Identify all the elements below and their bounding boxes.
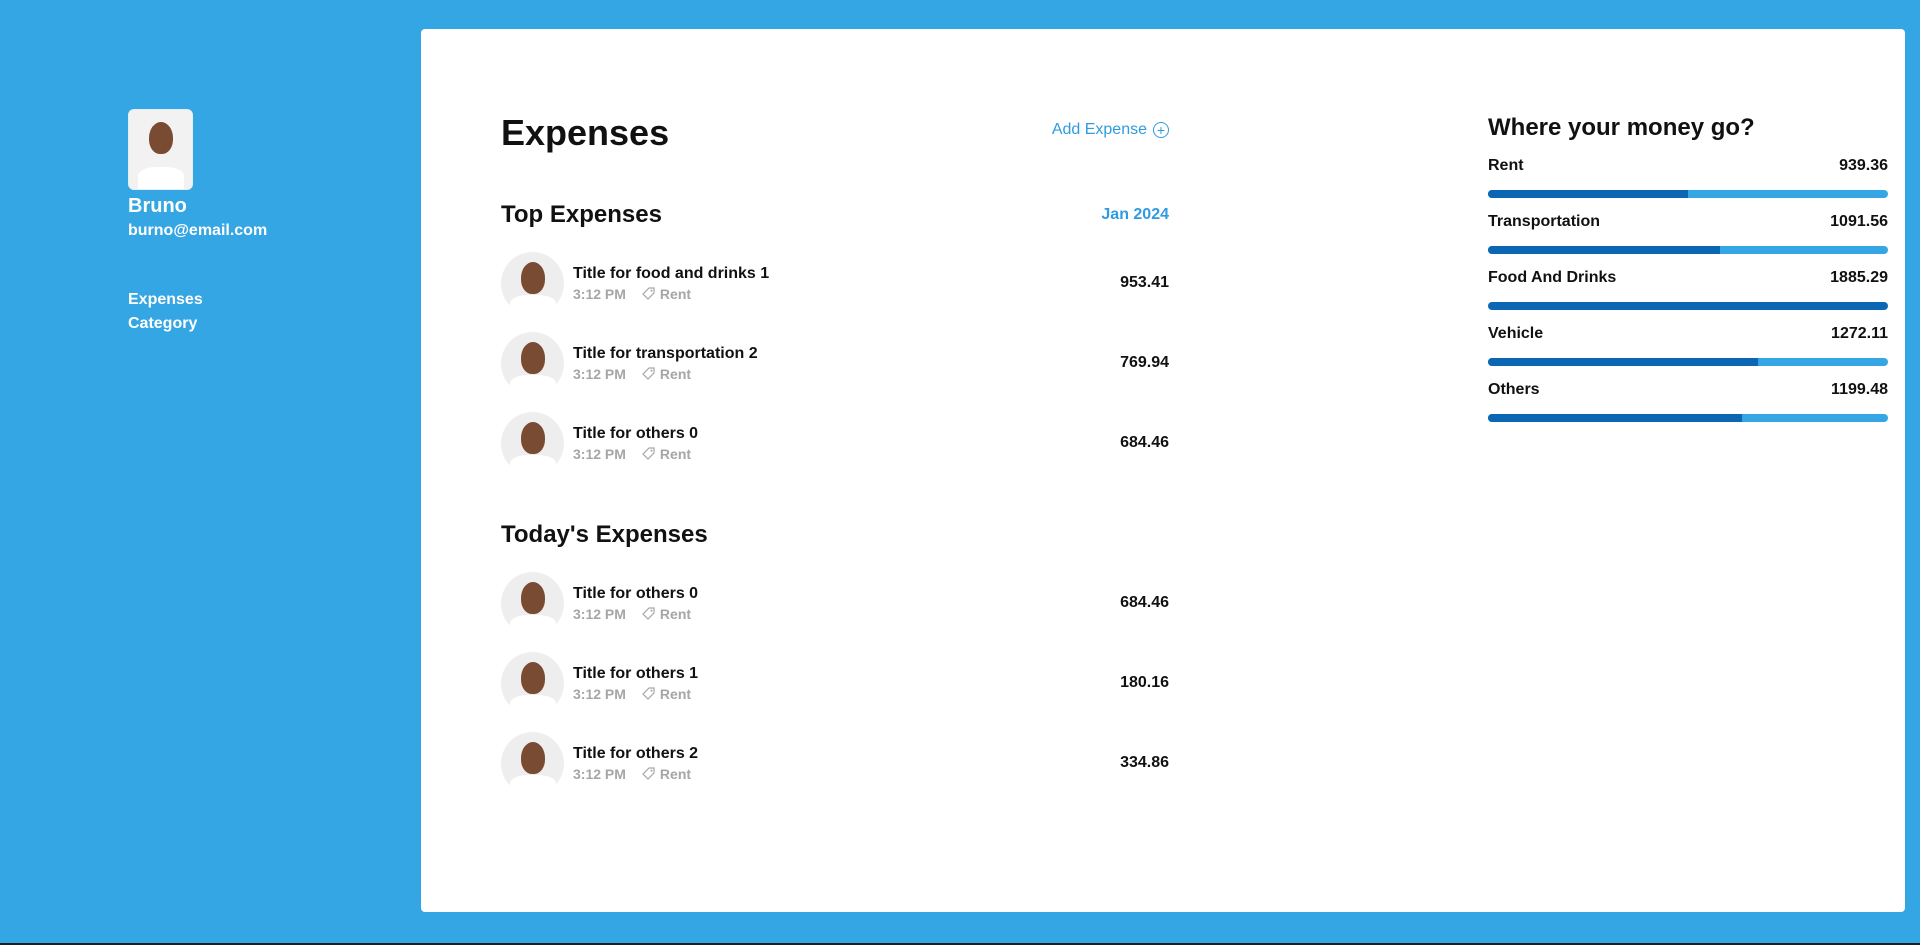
expense-row[interactable]: Title for others 0 3:12 PM Rent 684.46 (501, 571, 1169, 635)
today-expenses-section: Today's Expenses Title for others 0 3:12… (501, 521, 1169, 795)
spending-breakdown: Where your money go? Rent 939.36 Transport… (1488, 113, 1888, 422)
plus-circle-icon: + (1153, 122, 1169, 138)
category-name: Transportation (1488, 213, 1601, 230)
expense-time: 3:12 PM (573, 366, 626, 382)
expense-title: Title for food and drinks 1 (573, 265, 770, 282)
expense-title: Title for others 0 (573, 585, 699, 602)
expense-row[interactable]: Title for food and drinks 1 3:12 PM Rent… (501, 251, 1169, 315)
tag-icon (642, 287, 655, 300)
expense-avatar (501, 731, 564, 795)
expense-row[interactable]: Title for transportation 2 3:12 PM Rent … (501, 331, 1169, 395)
top-expenses-title: Top Expenses (501, 201, 662, 228)
add-expense-label: Add Expense (1051, 121, 1147, 138)
category-bar (1488, 302, 1888, 310)
nav-item-category[interactable]: Category (128, 312, 388, 336)
category-name: Food And Drinks (1488, 269, 1617, 286)
sidebar-nav: Expenses Category (128, 288, 388, 336)
category-item: Food And Drinks 1885.29 (1488, 268, 1888, 310)
category-name: Others (1488, 381, 1540, 398)
breakdown-title: Where your money go? (1488, 114, 1755, 141)
category-bar-fill (1488, 358, 1758, 366)
category-bar-fill (1488, 190, 1688, 198)
add-expense-button[interactable]: Add Expense + (1052, 121, 1169, 139)
category-bar (1488, 414, 1888, 422)
expense-tag: Rent (659, 766, 692, 782)
expense-avatar (501, 331, 564, 395)
category-amount: 1272.11 (1831, 325, 1888, 342)
expense-tag: Rent (659, 606, 692, 622)
category-bar (1488, 246, 1888, 254)
expense-amount: 953.41 (1120, 274, 1169, 291)
category-bar (1488, 358, 1888, 366)
category-amount: 1885.29 (1830, 269, 1888, 286)
expense-time: 3:12 PM (573, 606, 626, 622)
expenses-column: Expenses Add Expense + Top Expenses Jan … (501, 109, 1169, 811)
category-item: Vehicle 1272.11 (1488, 324, 1888, 366)
tag-icon (642, 687, 655, 700)
expense-amount: 684.46 (1120, 434, 1169, 451)
category-amount: 939.36 (1839, 157, 1888, 174)
expense-tag: Rent (659, 686, 692, 702)
category-bar-fill (1488, 414, 1742, 422)
expense-time: 3:12 PM (573, 446, 626, 462)
expense-amount: 180.16 (1120, 674, 1169, 691)
tag-icon (642, 607, 655, 620)
category-name: Rent (1488, 157, 1524, 174)
expense-title: Title for others 1 (573, 665, 699, 682)
expense-title: Title for others 2 (573, 745, 699, 762)
expense-row[interactable]: Title for others 1 3:12 PM Rent 180.16 (501, 651, 1169, 715)
expense-amount: 684.46 (1120, 594, 1169, 611)
category-list: Rent 939.36 Transportation 1091.56 Food And … (1488, 156, 1888, 422)
nav-item-expenses[interactable]: Expenses (128, 288, 388, 312)
today-expenses-list: Title for others 0 3:12 PM Rent 684.46 T… (501, 571, 1169, 795)
main-panel: Expenses Add Expense + Top Expenses Jan … (421, 29, 1905, 912)
category-item: Rent 939.36 (1488, 156, 1888, 198)
expense-time: 3:12 PM (573, 286, 626, 302)
category-name: Vehicle (1488, 325, 1544, 342)
expense-title: Title for transportation 2 (573, 345, 758, 362)
expense-avatar (501, 571, 564, 635)
sidebar: Bruno burno@email.com Expenses Category (128, 109, 388, 336)
expense-time: 3:12 PM (573, 686, 626, 702)
user-name: Bruno (128, 195, 187, 217)
expense-tag: Rent (659, 286, 692, 302)
category-bar-fill (1488, 302, 1888, 310)
month-selector[interactable]: Jan 2024 (1101, 206, 1169, 224)
category-bar (1488, 190, 1888, 198)
avatar (128, 109, 193, 190)
expense-avatar (501, 251, 564, 315)
expense-row[interactable]: Title for others 2 3:12 PM Rent 334.86 (501, 731, 1169, 795)
expense-amount: 769.94 (1120, 354, 1169, 371)
user-email: burno@email.com (128, 222, 268, 239)
category-item: Transportation 1091.56 (1488, 212, 1888, 254)
expense-avatar (501, 411, 564, 475)
category-amount: 1199.48 (1831, 381, 1888, 398)
expense-tag: Rent (659, 446, 692, 462)
category-item: Others 1199.48 (1488, 380, 1888, 422)
category-amount: 1091.56 (1830, 213, 1888, 230)
expense-tag: Rent (659, 366, 692, 382)
category-bar-fill (1488, 246, 1720, 254)
top-expenses-list: Title for food and drinks 1 3:12 PM Rent… (501, 251, 1169, 475)
tag-icon (642, 767, 655, 780)
expense-row[interactable]: Title for others 0 3:12 PM Rent 684.46 (501, 411, 1169, 475)
tag-icon (642, 447, 655, 460)
tag-icon (642, 367, 655, 380)
top-expenses-section: Top Expenses Jan 2024 Title for food and… (501, 201, 1169, 475)
expense-avatar (501, 651, 564, 715)
expense-time: 3:12 PM (573, 766, 626, 782)
expense-title: Title for others 0 (573, 425, 699, 442)
expense-amount: 334.86 (1120, 754, 1169, 771)
today-expenses-title: Today's Expenses (501, 521, 708, 548)
